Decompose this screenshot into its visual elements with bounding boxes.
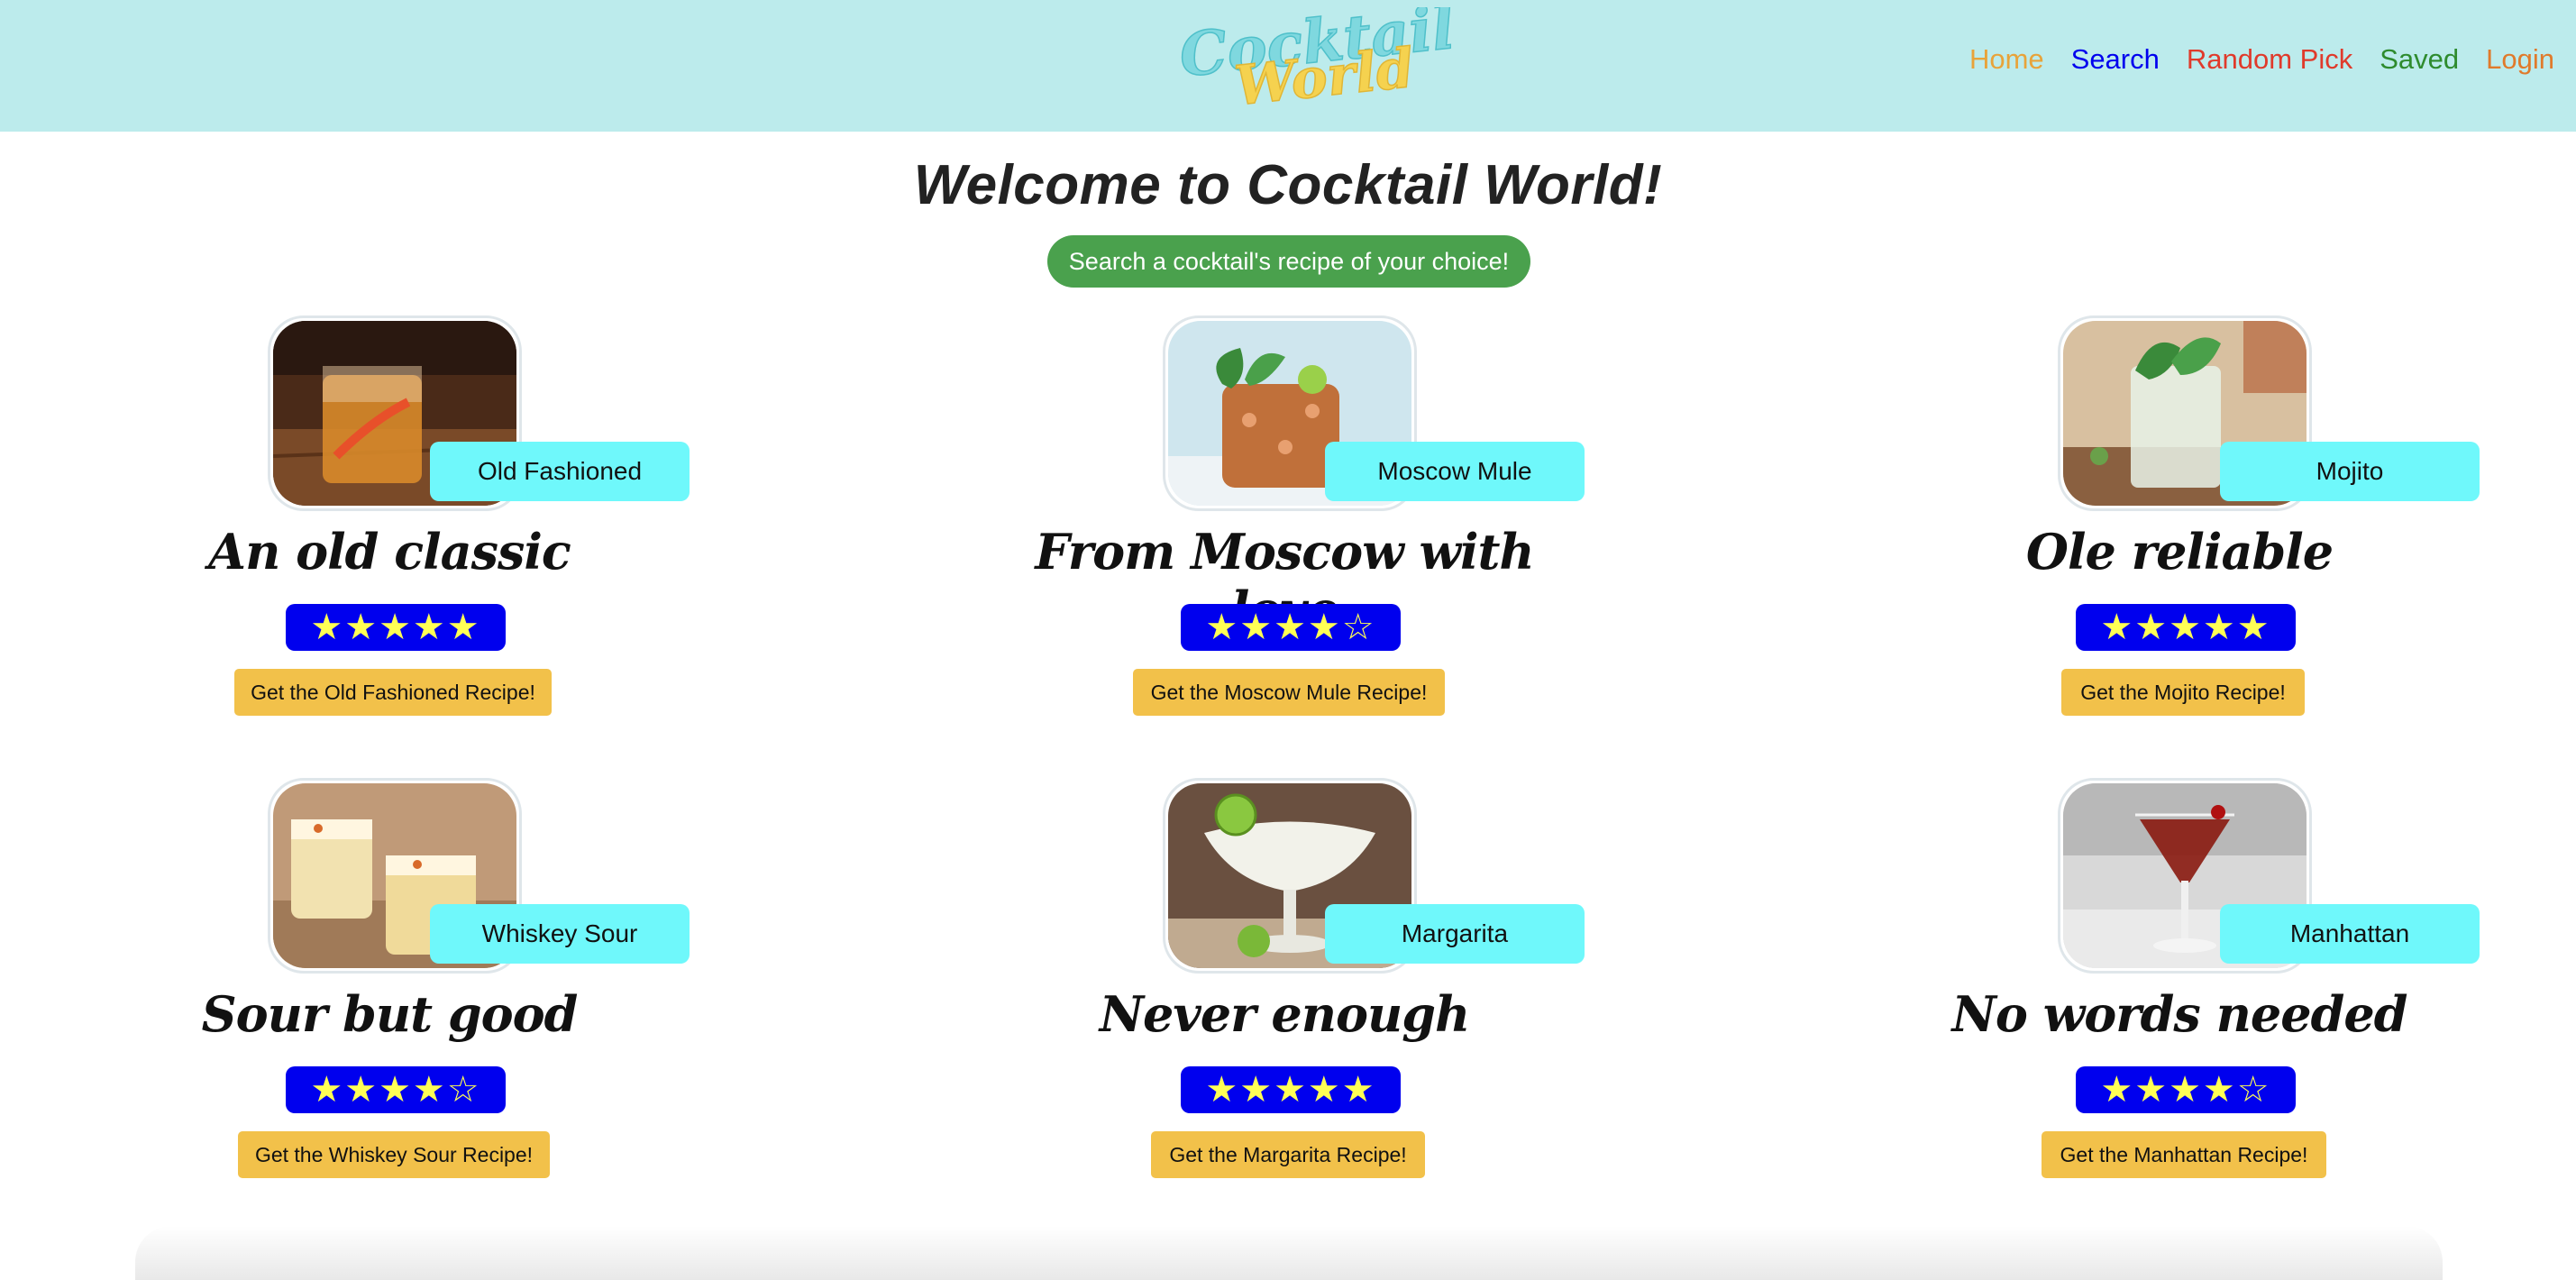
nav-random-pick-link[interactable]: Random Pick: [2187, 43, 2352, 76]
get-recipe-button[interactable]: Get the Manhattan Recipe!: [2042, 1131, 2326, 1178]
cocktail-name-tag[interactable]: Whiskey Sour: [430, 904, 690, 964]
get-recipe-button[interactable]: Get the Moscow Mule Recipe!: [1133, 669, 1445, 716]
cocktail-card-moscow-mule: Moscow Mule From Moscow with love ★★★★☆ …: [1035, 315, 1789, 730]
cocktail-tagline: An old classic: [208, 523, 571, 581]
search-cocktail-button[interactable]: Search a cocktail's recipe of your choic…: [1047, 235, 1530, 288]
cocktail-name-tag[interactable]: Manhattan: [2220, 904, 2480, 964]
footer-shadow: [135, 1226, 2443, 1280]
cocktail-card-old-fashioned: Old Fashioned An old classic ★★★★★ Get t…: [208, 315, 894, 730]
cocktail-card-mojito: Mojito Ole reliable ★★★★★ Get the Mojito…: [2026, 315, 2576, 730]
cocktail-tagline: Ole reliable: [2025, 523, 2334, 581]
star-rating: ★★★★☆: [2076, 1066, 2296, 1113]
cocktail-tagline: Never enough: [1099, 985, 1471, 1043]
page-title: Welcome to Cocktail World!: [913, 154, 1663, 216]
get-recipe-button[interactable]: Get the Mojito Recipe!: [2061, 669, 2305, 716]
cocktail-name-tag[interactable]: Margarita: [1325, 904, 1585, 964]
star-rating: ★★★★☆: [286, 1066, 506, 1113]
cocktail-card-whiskey-sour: Whiskey Sour Sour but good ★★★★☆ Get the…: [202, 778, 894, 1193]
nav-login-link[interactable]: Login: [2486, 43, 2554, 76]
nav-links: Home Search Random Pick Saved Login: [1969, 43, 2554, 76]
cocktail-name-tag[interactable]: Mojito: [2220, 442, 2480, 501]
cocktail-world-logo[interactable]: Cocktail World: [1172, 7, 1451, 106]
star-rating: ★★★★★: [286, 604, 506, 651]
cocktail-tagline: Sour but good: [201, 985, 579, 1043]
get-recipe-button[interactable]: Get the Margarita Recipe!: [1151, 1131, 1425, 1178]
get-recipe-button[interactable]: Get the Whiskey Sour Recipe!: [238, 1131, 550, 1178]
star-rating: ★★★★☆: [1181, 604, 1401, 651]
cocktail-name-tag[interactable]: Old Fashioned: [430, 442, 690, 501]
cocktail-card-margarita: Margarita Never enough ★★★★★ Get the Mar…: [1100, 778, 1789, 1193]
star-rating: ★★★★★: [2076, 604, 2296, 651]
cocktail-card-manhattan: Manhattan No words needed ★★★★☆ Get the …: [1952, 778, 2576, 1193]
star-rating: ★★★★★: [1181, 1066, 1401, 1113]
get-recipe-button[interactable]: Get the Old Fashioned Recipe!: [234, 669, 552, 716]
navbar: Cocktail World Home Search Random Pick S…: [0, 0, 2576, 132]
nav-saved-link[interactable]: Saved: [2380, 43, 2459, 76]
nav-home-link[interactable]: Home: [1969, 43, 2044, 76]
nav-search-link[interactable]: Search: [2071, 43, 2160, 76]
cocktail-name-tag[interactable]: Moscow Mule: [1325, 442, 1585, 501]
cocktail-tagline: No words needed: [1951, 985, 2408, 1043]
